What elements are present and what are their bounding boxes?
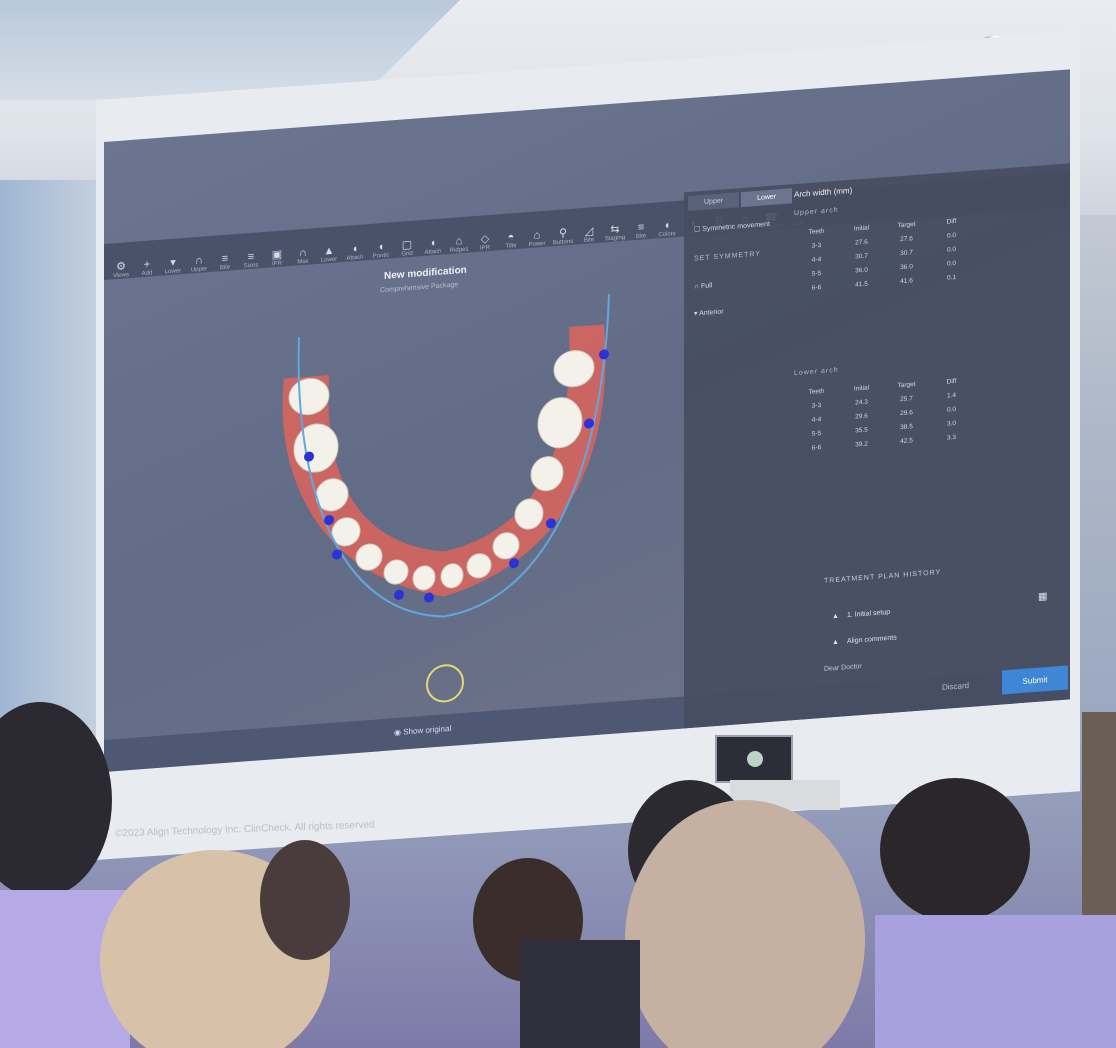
audience-silhouettes — [0, 702, 1116, 1048]
audience-head — [0, 702, 112, 898]
audience-shirt — [520, 940, 640, 1048]
audience-head — [260, 840, 350, 960]
audience-shirt — [875, 915, 1116, 1048]
audience-head — [880, 778, 1030, 922]
